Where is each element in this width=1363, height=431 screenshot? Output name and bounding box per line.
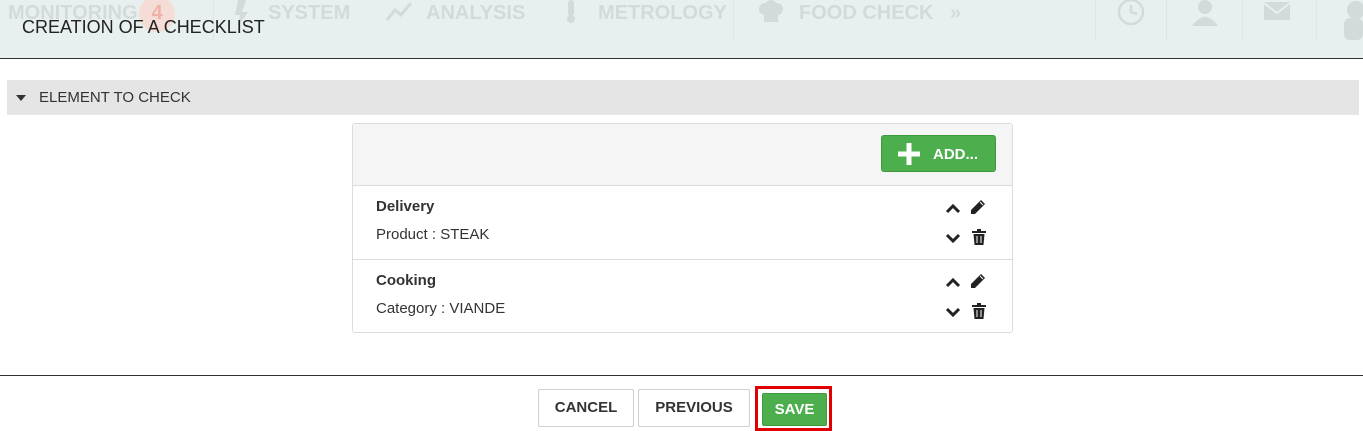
clock-icon [1117,0,1145,26]
move-up-icon[interactable] [945,275,961,291]
checklist-elements-panel: ADD... Delivery Product : STEAK Cooking … [352,123,1013,333]
nav-separator [1166,0,1167,40]
move-down-icon[interactable] [945,304,961,320]
mail-icon [1263,2,1291,20]
item-detail: Product : STEAK [376,226,490,243]
nav-metrology: METROLOGY [598,2,727,24]
caret-down-icon [16,95,26,101]
nav-separator [733,0,734,40]
footer-divider [0,375,1363,376]
edit-pencil-icon[interactable] [970,199,986,215]
chef-hat-icon [759,0,783,22]
cancel-button[interactable]: CANCEL [538,389,634,427]
section-header-element-to-check[interactable]: ELEMENT TO CHECK [7,80,1359,115]
title-divider [0,58,1363,59]
nav-separator [1095,0,1096,40]
item-name: Cooking [376,272,436,289]
nav-system: SYSTEM [268,2,351,24]
nav-separator [1316,0,1317,40]
add-button-label: ADD... [933,146,978,163]
move-down-icon[interactable] [945,230,961,246]
item-detail: Category : VIANDE [376,300,506,317]
delete-trash-icon[interactable] [971,303,987,319]
previous-button[interactable]: PREVIOUS [638,389,750,427]
item-name: Delivery [376,198,435,215]
save-button[interactable]: SAVE [762,393,827,426]
nav-food-check: FOOD CHECK [799,2,934,24]
chef-icon [1344,1,1363,40]
move-up-icon[interactable] [945,201,961,217]
nav-analysis: ANALYSIS [426,2,526,24]
delete-trash-icon[interactable] [971,229,987,245]
edit-pencil-icon[interactable] [970,273,986,289]
analysis-icon [386,2,412,21]
nav-separator [1242,0,1243,40]
section-label: ELEMENT TO CHECK [39,89,191,106]
list-item: Cooking Category : VIANDE [353,260,1012,333]
dialog-title: CREATION OF A CHECKLIST [22,17,265,37]
panel-toolbar: ADD... [353,124,1012,186]
list-item: Delivery Product : STEAK [353,186,1012,260]
plus-icon [898,143,920,165]
metrology-icon [567,0,575,23]
user-icon [1192,0,1218,26]
nav-more-chevron: » [950,2,962,24]
save-highlight-frame: SAVE [755,386,832,431]
add-button[interactable]: ADD... [881,135,996,172]
